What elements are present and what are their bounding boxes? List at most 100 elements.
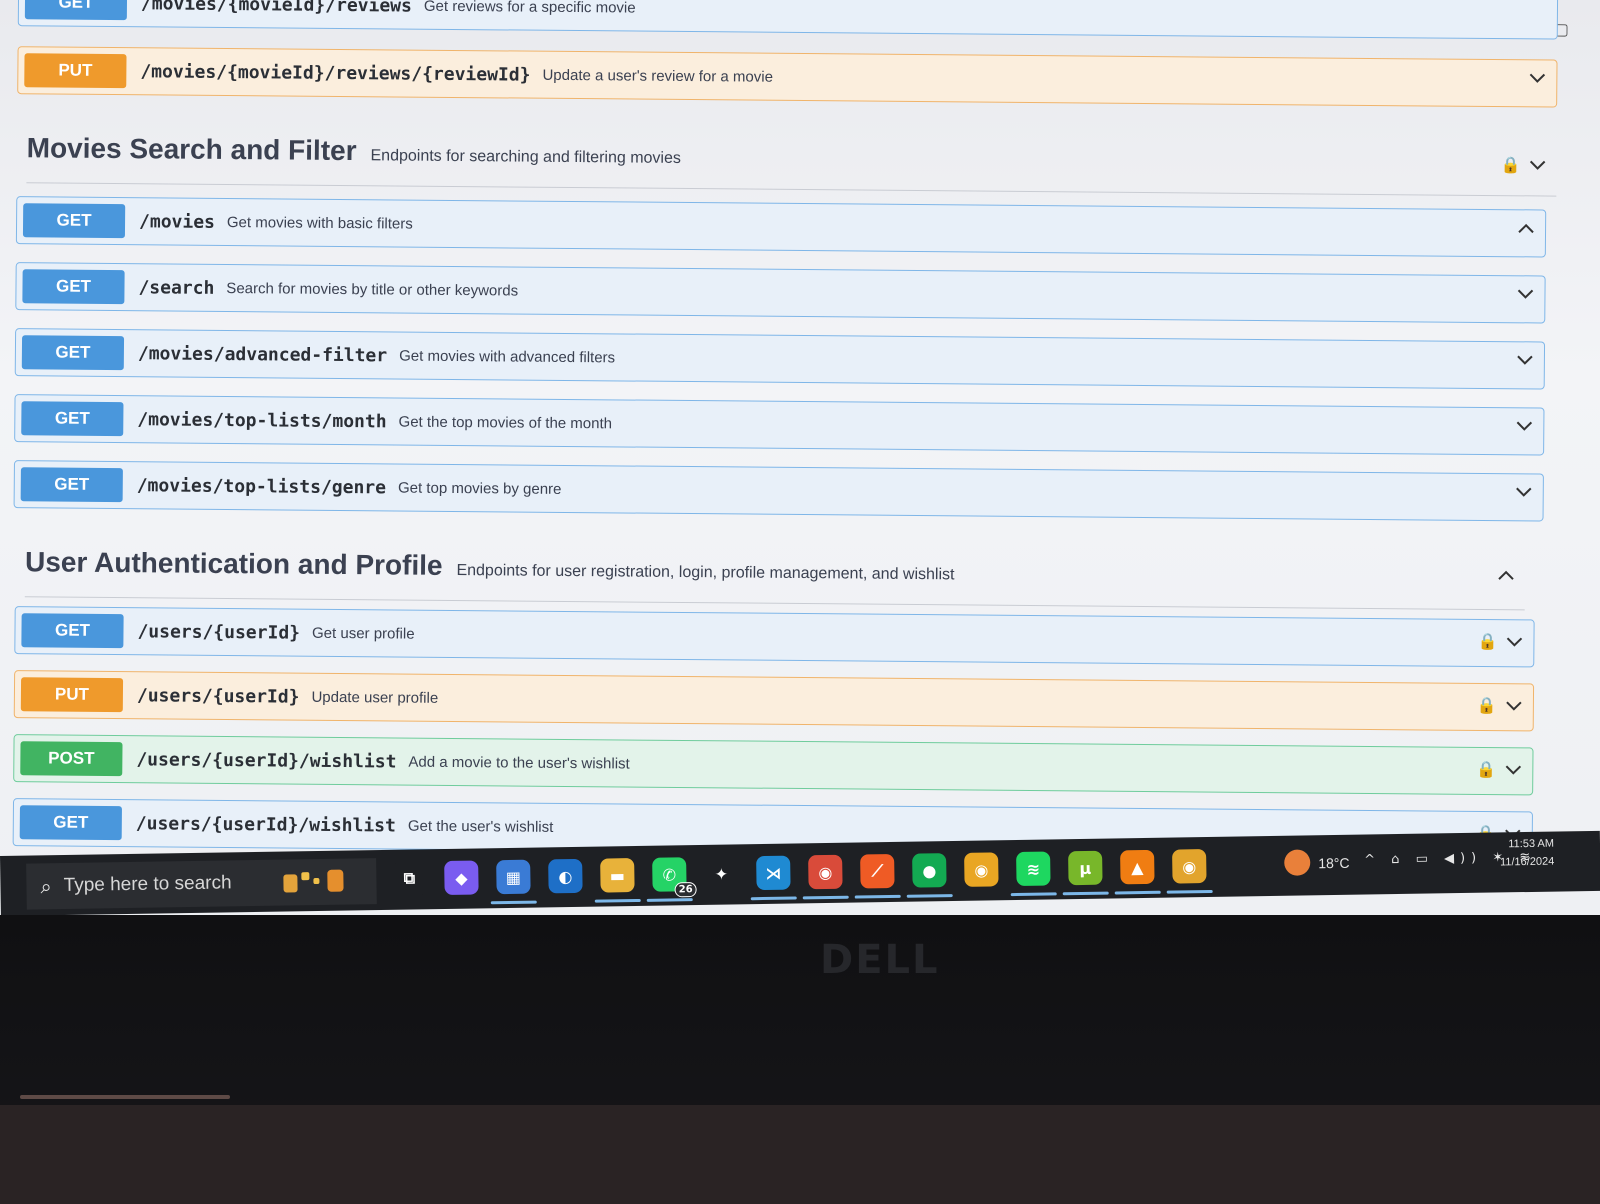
active-app-indicator — [1062, 891, 1109, 896]
store-icon[interactable]: ▦ — [490, 859, 537, 905]
chevron-down-icon[interactable] — [1505, 700, 1523, 712]
spotify-icon[interactable]: ≋ — [1010, 851, 1057, 897]
vscode-icon[interactable]: ⋊ — [750, 855, 797, 901]
lock-icon[interactable]: 🔒 — [1476, 760, 1496, 780]
operation-summary: Get the user's wishlist — [407, 817, 554, 836]
section-title: User Authentication and Profile — [24, 546, 443, 581]
method-badge: POST — [20, 741, 123, 777]
section-movies-search-filter[interactable]: Movies Search and Filter Endpoints for s… — [26, 132, 1556, 189]
copilot-icon[interactable]: ◆ — [444, 860, 479, 896]
chevron-down-icon[interactable] — [1516, 354, 1534, 366]
active-app-indicator — [750, 896, 797, 901]
operation-path: /movies — [138, 210, 216, 233]
operation-path: /users/{userId} — [136, 684, 300, 708]
operation-get-search[interactable]: GET /search Search for movies by title o… — [15, 262, 1546, 324]
edge-icon[interactable]: ◐ — [548, 858, 583, 894]
chevron-down-icon[interactable] — [1504, 764, 1522, 776]
chevron-up-icon[interactable] — [1497, 569, 1515, 581]
clock-date[interactable]: 11/16/2024 — [1480, 856, 1554, 869]
active-app-indicator — [646, 898, 693, 902]
method-badge: GET — [22, 203, 126, 239]
section-user-auth-profile[interactable]: User Authentication and Profile Endpoint… — [25, 546, 1525, 603]
operation-get-advanced-filter[interactable]: GET /movies/advanced-filter Get movies w… — [14, 328, 1546, 390]
active-app-indicator — [906, 894, 953, 898]
method-badge: PUT — [24, 53, 127, 89]
operation-get-top-month[interactable]: GET /movies/top-lists/month Get the top … — [14, 394, 1545, 456]
active-app-indicator — [490, 900, 537, 905]
operation-summary: Get movies with advanced filters — [399, 346, 616, 366]
operation-path: /search — [138, 276, 215, 299]
weather-icon[interactable] — [1284, 849, 1311, 876]
operation-path: /movies/{movieId}/reviews — [140, 0, 412, 17]
method-badge: GET — [21, 335, 125, 371]
chevron-down-icon[interactable] — [1529, 159, 1547, 171]
weather-temperature[interactable]: 18°C — [1318, 855, 1350, 871]
chrome-icon[interactable]: ◉ — [802, 854, 849, 900]
laptop-base — [0, 1105, 1600, 1204]
operation-get-top-genre[interactable]: GET /movies/top-lists/genre Get top movi… — [13, 460, 1544, 522]
system-tray: 18°C ^ ⌂ ▭ ◀)) ✶ ≋ 11:53 AM 11/16/2024 — [1284, 837, 1585, 890]
method-badge: PUT — [20, 677, 124, 713]
method-badge: GET — [22, 269, 125, 305]
clock-time[interactable]: 11:53 AM — [1494, 838, 1554, 851]
chrome-canary-icon[interactable]: ◉ — [1166, 849, 1213, 894]
operation-path: /movies/{movieId}/reviews/{reviewId} — [140, 60, 531, 86]
method-badge: GET — [24, 0, 128, 21]
operation-summary: Get reviews for a specific movie — [423, 0, 636, 17]
method-badge: GET — [20, 467, 123, 503]
operation-path: /movies/top-lists/genre — [136, 474, 387, 498]
operation-get-movies[interactable]: GET /movies Get movies with basic filter… — [15, 196, 1547, 258]
chevron-down-icon[interactable] — [1515, 486, 1533, 498]
search-highlight-illustration-icon — [279, 868, 349, 897]
search-placeholder: Type here to search — [63, 872, 232, 897]
active-app-indicator — [854, 894, 901, 899]
operation-get-user[interactable]: GET /users/{userId} Get user profile 🔒 — [14, 606, 1535, 668]
operation-path: /users/{userId} — [137, 620, 301, 644]
search-icon: ⌕ — [40, 874, 52, 899]
operation-summary: Get user profile — [311, 624, 415, 643]
operation-summary: Update user profile — [311, 688, 439, 707]
postman-icon[interactable]: ⟋ — [854, 853, 901, 899]
app-icon[interactable]: ✦ — [704, 856, 739, 891]
whatsapp-icon[interactable]: ✆ 26 — [646, 857, 697, 902]
operation-summary: Get top movies by genre — [397, 478, 562, 498]
chevron-down-icon[interactable] — [1515, 420, 1533, 432]
laptop-screen: × + – ▢ ☆ ⧉ GET /movies/{movieId}/review… — [0, 0, 1600, 930]
active-app-indicator — [1166, 889, 1213, 894]
operation-path: /movies/advanced-filter — [137, 342, 388, 366]
task-view-icon[interactable]: ⧉ — [392, 861, 427, 896]
section-description: Endpoints for searching and filtering mo… — [370, 147, 681, 167]
chrome-icon[interactable]: ◉ — [964, 852, 999, 887]
utorrent-icon[interactable]: µ — [1062, 850, 1109, 896]
operation-summary: Update a user's review for a movie — [542, 66, 774, 86]
active-app-indicator — [1114, 890, 1161, 895]
swagger-ui-page: × + – ▢ ☆ ⧉ GET /movies/{movieId}/review… — [0, 0, 1600, 894]
taskbar-search-box[interactable]: ⌕ Type here to search — [26, 858, 377, 910]
operation-summary: Add a movie to the user's wishlist — [408, 753, 630, 773]
operation-put-user[interactable]: PUT /users/{userId} Update user profile … — [13, 670, 1535, 732]
taskbar-app-icons: ⧉ ◆ ▦ ◐ ▬ ✆ 26 ✦ ⋊ ◉ ⟋ ● ◉ ≋ µ ▲ ◉ — [392, 849, 1213, 905]
section-title: Movies Search and Filter — [26, 132, 357, 167]
hinge-reflection — [20, 1095, 230, 1099]
operation-path: /users/{userId}/wishlist — [136, 748, 397, 772]
method-badge: GET — [21, 401, 124, 437]
operation-get-movie-reviews[interactable]: GET /movies/{movieId}/reviews Get review… — [17, 0, 1559, 40]
operation-summary: Search for movies by title or other keyw… — [226, 279, 519, 300]
vlc-icon[interactable]: ▲ — [1114, 849, 1161, 895]
file-explorer-icon[interactable]: ▬ — [594, 858, 641, 903]
chevron-up-icon[interactable] — [1517, 222, 1535, 234]
chevron-down-icon[interactable] — [1505, 636, 1523, 648]
lock-icon[interactable]: 🔒 — [1477, 696, 1497, 716]
lock-icon[interactable]: 🔒 — [1477, 632, 1497, 652]
dell-logo: DELL — [820, 937, 940, 983]
operation-summary: Get the top movies of the month — [398, 412, 613, 432]
chevron-down-icon[interactable] — [1528, 72, 1546, 84]
operation-put-movie-review[interactable]: PUT /movies/{movieId}/reviews/{reviewId}… — [17, 46, 1558, 108]
mongodb-compass-icon[interactable]: ● — [906, 853, 953, 898]
operation-post-wishlist[interactable]: POST /users/{userId}/wishlist Add a movi… — [13, 734, 1534, 796]
active-app-indicator — [802, 895, 849, 900]
operation-summary: Get movies with basic filters — [226, 213, 413, 233]
chevron-down-icon[interactable] — [1516, 288, 1534, 300]
lock-icon[interactable]: 🔒 — [1501, 155, 1521, 175]
laptop-bezel: DELL — [0, 915, 1600, 1204]
